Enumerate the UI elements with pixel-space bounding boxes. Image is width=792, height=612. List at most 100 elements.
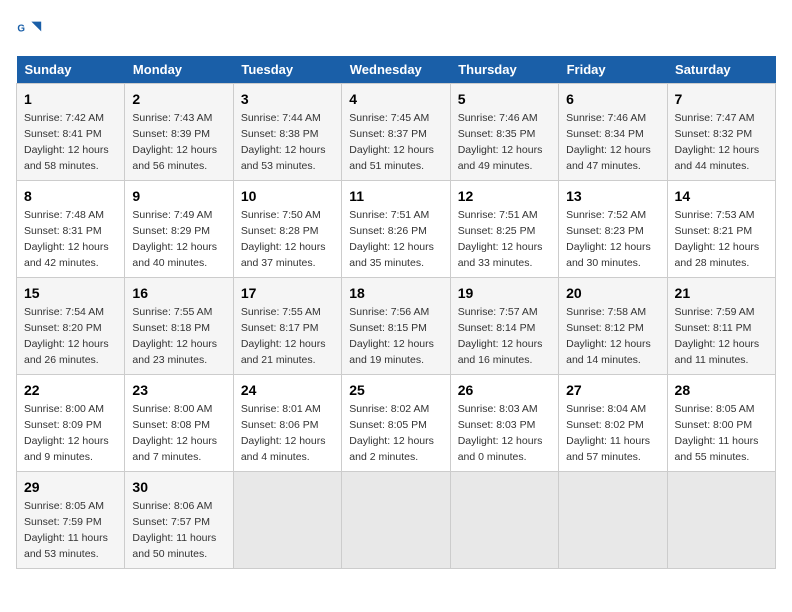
calendar-cell: 10 Sunrise: 7:50 AMSunset: 8:28 PMDaylig… [233,181,341,278]
calendar-week-1: 1 Sunrise: 7:42 AMSunset: 8:41 PMDayligh… [17,84,776,181]
day-info: Sunrise: 7:46 AMSunset: 8:35 PMDaylight:… [458,112,543,172]
calendar-cell: 22 Sunrise: 8:00 AMSunset: 8:09 PMDaylig… [17,375,125,472]
calendar-cell: 24 Sunrise: 8:01 AMSunset: 8:06 PMDaylig… [233,375,341,472]
calendar-cell: 11 Sunrise: 7:51 AMSunset: 8:26 PMDaylig… [342,181,450,278]
day-info: Sunrise: 7:44 AMSunset: 8:38 PMDaylight:… [241,112,326,172]
day-info: Sunrise: 8:05 AMSunset: 7:59 PMDaylight:… [24,500,108,560]
day-info: Sunrise: 7:50 AMSunset: 8:28 PMDaylight:… [241,209,326,269]
calendar-cell: 29 Sunrise: 8:05 AMSunset: 7:59 PMDaylig… [17,472,125,569]
weekday-header-wednesday: Wednesday [342,56,450,84]
calendar-cell: 12 Sunrise: 7:51 AMSunset: 8:25 PMDaylig… [450,181,558,278]
day-info: Sunrise: 7:55 AMSunset: 8:18 PMDaylight:… [132,306,217,366]
calendar-cell: 6 Sunrise: 7:46 AMSunset: 8:34 PMDayligh… [559,84,667,181]
day-info: Sunrise: 7:45 AMSunset: 8:37 PMDaylight:… [349,112,434,172]
day-number: 22 [24,380,117,400]
day-number: 29 [24,477,117,497]
weekday-header-saturday: Saturday [667,56,775,84]
day-number: 12 [458,186,551,206]
day-number: 19 [458,283,551,303]
day-number: 26 [458,380,551,400]
day-info: Sunrise: 7:46 AMSunset: 8:34 PMDaylight:… [566,112,651,172]
day-info: Sunrise: 8:00 AMSunset: 8:09 PMDaylight:… [24,403,109,463]
calendar-cell: 2 Sunrise: 7:43 AMSunset: 8:39 PMDayligh… [125,84,233,181]
day-number: 5 [458,89,551,109]
calendar-cell: 30 Sunrise: 8:06 AMSunset: 7:57 PMDaylig… [125,472,233,569]
calendar-cell: 18 Sunrise: 7:56 AMSunset: 8:15 PMDaylig… [342,278,450,375]
day-info: Sunrise: 8:06 AMSunset: 7:57 PMDaylight:… [132,500,216,560]
calendar-cell: 14 Sunrise: 7:53 AMSunset: 8:21 PMDaylig… [667,181,775,278]
page-header: G [16,16,776,44]
weekday-header-sunday: Sunday [17,56,125,84]
day-number: 10 [241,186,334,206]
day-number: 2 [132,89,225,109]
day-info: Sunrise: 7:59 AMSunset: 8:11 PMDaylight:… [675,306,760,366]
calendar-cell: 19 Sunrise: 7:57 AMSunset: 8:14 PMDaylig… [450,278,558,375]
day-number: 16 [132,283,225,303]
day-info: Sunrise: 8:00 AMSunset: 8:08 PMDaylight:… [132,403,217,463]
day-info: Sunrise: 7:55 AMSunset: 8:17 PMDaylight:… [241,306,326,366]
day-number: 23 [132,380,225,400]
day-number: 4 [349,89,442,109]
day-info: Sunrise: 7:58 AMSunset: 8:12 PMDaylight:… [566,306,651,366]
day-number: 20 [566,283,659,303]
day-info: Sunrise: 7:49 AMSunset: 8:29 PMDaylight:… [132,209,217,269]
day-number: 7 [675,89,768,109]
day-info: Sunrise: 7:43 AMSunset: 8:39 PMDaylight:… [132,112,217,172]
day-number: 8 [24,186,117,206]
svg-text:G: G [17,23,25,34]
day-number: 3 [241,89,334,109]
day-info: Sunrise: 8:01 AMSunset: 8:06 PMDaylight:… [241,403,326,463]
day-number: 30 [132,477,225,497]
day-info: Sunrise: 7:51 AMSunset: 8:26 PMDaylight:… [349,209,434,269]
weekday-header-tuesday: Tuesday [233,56,341,84]
calendar-cell: 25 Sunrise: 8:02 AMSunset: 8:05 PMDaylig… [342,375,450,472]
day-info: Sunrise: 7:56 AMSunset: 8:15 PMDaylight:… [349,306,434,366]
day-number: 18 [349,283,442,303]
calendar-cell: 16 Sunrise: 7:55 AMSunset: 8:18 PMDaylig… [125,278,233,375]
day-number: 17 [241,283,334,303]
day-info: Sunrise: 7:54 AMSunset: 8:20 PMDaylight:… [24,306,109,366]
day-number: 11 [349,186,442,206]
day-number: 24 [241,380,334,400]
calendar-cell [667,472,775,569]
day-info: Sunrise: 7:53 AMSunset: 8:21 PMDaylight:… [675,209,760,269]
calendar-cell [342,472,450,569]
day-number: 9 [132,186,225,206]
calendar-cell: 21 Sunrise: 7:59 AMSunset: 8:11 PMDaylig… [667,278,775,375]
calendar-cell: 20 Sunrise: 7:58 AMSunset: 8:12 PMDaylig… [559,278,667,375]
day-number: 15 [24,283,117,303]
calendar-cell: 15 Sunrise: 7:54 AMSunset: 8:20 PMDaylig… [17,278,125,375]
day-number: 14 [675,186,768,206]
day-info: Sunrise: 8:03 AMSunset: 8:03 PMDaylight:… [458,403,543,463]
calendar-cell: 7 Sunrise: 7:47 AMSunset: 8:32 PMDayligh… [667,84,775,181]
day-info: Sunrise: 7:42 AMSunset: 8:41 PMDaylight:… [24,112,109,172]
day-number: 25 [349,380,442,400]
day-number: 6 [566,89,659,109]
day-info: Sunrise: 7:47 AMSunset: 8:32 PMDaylight:… [675,112,760,172]
calendar-cell [559,472,667,569]
day-info: Sunrise: 7:51 AMSunset: 8:25 PMDaylight:… [458,209,543,269]
day-info: Sunrise: 8:05 AMSunset: 8:00 PMDaylight:… [675,403,759,463]
weekday-header-monday: Monday [125,56,233,84]
calendar-cell: 1 Sunrise: 7:42 AMSunset: 8:41 PMDayligh… [17,84,125,181]
calendar-cell: 3 Sunrise: 7:44 AMSunset: 8:38 PMDayligh… [233,84,341,181]
day-info: Sunrise: 7:52 AMSunset: 8:23 PMDaylight:… [566,209,651,269]
day-info: Sunrise: 8:04 AMSunset: 8:02 PMDaylight:… [566,403,650,463]
day-info: Sunrise: 8:02 AMSunset: 8:05 PMDaylight:… [349,403,434,463]
calendar-week-4: 22 Sunrise: 8:00 AMSunset: 8:09 PMDaylig… [17,375,776,472]
calendar-table: SundayMondayTuesdayWednesdayThursdayFrid… [16,56,776,569]
calendar-cell: 4 Sunrise: 7:45 AMSunset: 8:37 PMDayligh… [342,84,450,181]
day-number: 13 [566,186,659,206]
logo: G [16,16,48,44]
logo-icon: G [16,16,44,44]
calendar-cell: 13 Sunrise: 7:52 AMSunset: 8:23 PMDaylig… [559,181,667,278]
calendar-cell [233,472,341,569]
day-number: 1 [24,89,117,109]
calendar-week-2: 8 Sunrise: 7:48 AMSunset: 8:31 PMDayligh… [17,181,776,278]
calendar-week-5: 29 Sunrise: 8:05 AMSunset: 7:59 PMDaylig… [17,472,776,569]
calendar-cell: 17 Sunrise: 7:55 AMSunset: 8:17 PMDaylig… [233,278,341,375]
weekday-header-thursday: Thursday [450,56,558,84]
calendar-cell: 28 Sunrise: 8:05 AMSunset: 8:00 PMDaylig… [667,375,775,472]
day-info: Sunrise: 7:48 AMSunset: 8:31 PMDaylight:… [24,209,109,269]
calendar-cell: 9 Sunrise: 7:49 AMSunset: 8:29 PMDayligh… [125,181,233,278]
